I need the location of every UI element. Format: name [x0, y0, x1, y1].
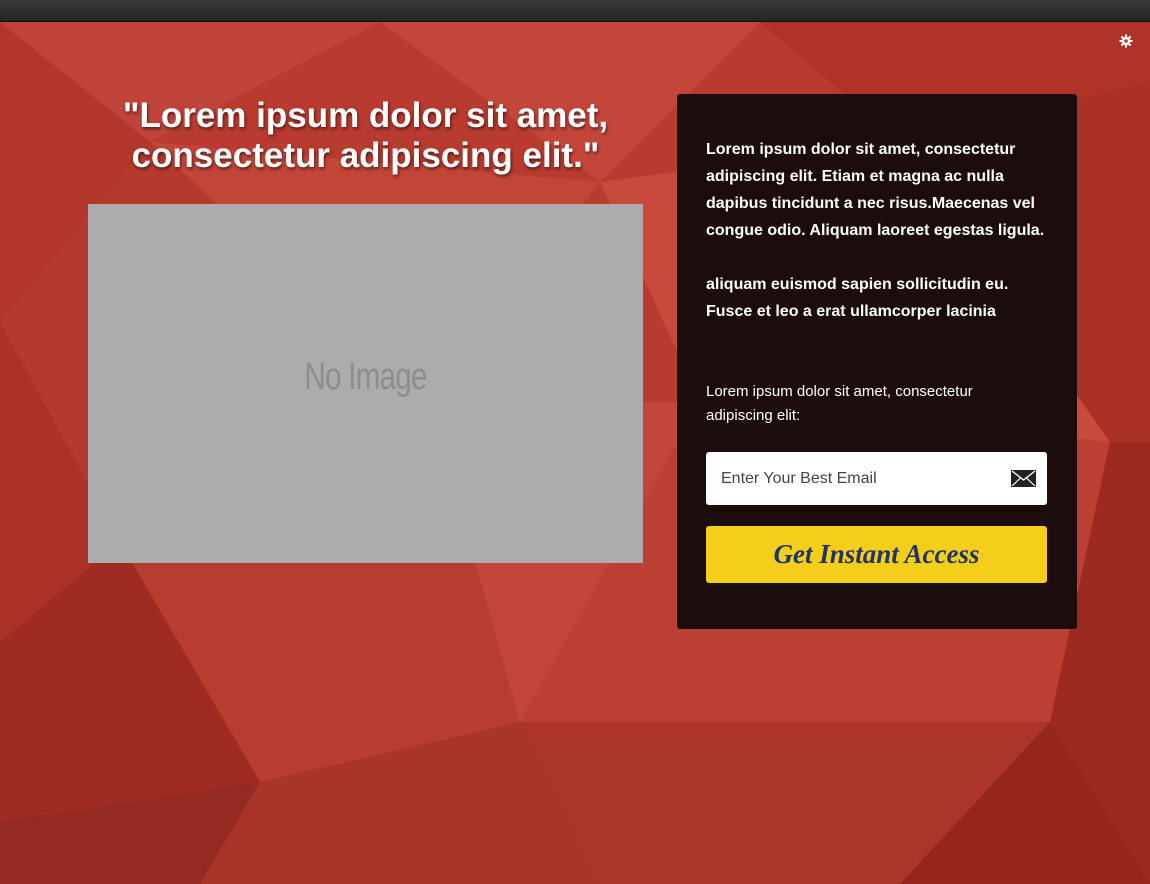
get-instant-access-button[interactable]: Get Instant Access: [706, 526, 1047, 583]
envelope-icon: [1011, 470, 1036, 487]
no-image-label: No Image: [304, 356, 427, 398]
form-prompt: Lorem ipsum dolor sit amet, consectetur …: [706, 383, 973, 424]
panel-description: Lorem ipsum dolor sit amet, consectetur …: [706, 136, 1051, 325]
image-placeholder: No Image: [88, 204, 643, 563]
gear-icon[interactable]: [1119, 34, 1133, 48]
panel-paragraph-2: aliquam euismod sapien sollicitudin eu. …: [706, 276, 1009, 320]
email-field-wrapper: [706, 452, 1047, 505]
browser-top-bar: [0, 0, 1150, 22]
landing-page: "Lorem ipsum dolor sit amet, consectetur…: [0, 22, 1150, 884]
optin-panel: Lorem ipsum dolor sit amet, consectetur …: [677, 94, 1077, 629]
panel-paragraph-1: Lorem ipsum dolor sit amet, consectetur …: [706, 141, 1045, 239]
page-headline: "Lorem ipsum dolor sit amet, consectetur…: [122, 96, 609, 175]
email-input[interactable]: [706, 452, 996, 505]
